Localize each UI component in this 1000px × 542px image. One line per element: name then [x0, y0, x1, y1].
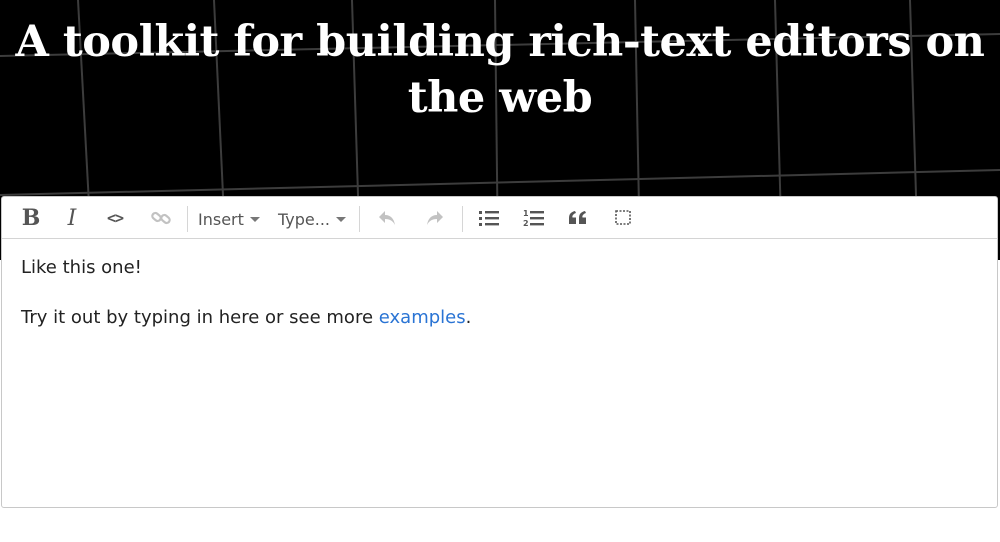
bold-icon: B [21, 205, 41, 231]
quote-icon [569, 211, 586, 224]
bullet-list-button[interactable] [476, 203, 502, 233]
undo-button[interactable] [374, 203, 400, 233]
type-dropdown-label: Type... [278, 209, 331, 229]
select-parent-button[interactable] [610, 203, 636, 233]
redo-button[interactable] [422, 203, 448, 233]
svg-text:2: 2 [523, 219, 529, 228]
toolbar-separator [187, 206, 188, 232]
select-parent-icon [615, 210, 631, 225]
redo-icon [427, 211, 443, 225]
editor-menubar: B I <> Insert Type... 1 2 [2, 197, 997, 239]
chevron-down-icon [336, 216, 347, 222]
type-dropdown[interactable]: Type... [278, 205, 347, 233]
link-button[interactable] [148, 203, 174, 233]
insert-dropdown[interactable]: Insert [198, 205, 260, 233]
ordered-list-button[interactable]: 1 2 [521, 203, 547, 233]
link-icon [151, 211, 171, 225]
rich-text-editor[interactable]: B I <> Insert Type... 1 2 Like this one!… [1, 196, 998, 508]
ordered-list-icon: 1 2 [523, 209, 544, 228]
chevron-down-icon [249, 216, 260, 222]
page-title: A toolkit for building rich-text editors… [15, 17, 985, 123]
toolbar-separator [359, 206, 360, 232]
undo-icon [379, 211, 395, 225]
bullet-list-icon [479, 211, 499, 226]
toolbar-separator [462, 206, 463, 232]
italic-icon: I [67, 205, 77, 231]
editor-content[interactable]: Like this one! Try it out by typing in h… [21, 255, 971, 355]
svg-text:1: 1 [523, 209, 529, 218]
content-paragraph: Like this one! [21, 257, 142, 278]
bold-button[interactable]: B [18, 203, 44, 233]
code-icon: <> [106, 209, 124, 227]
italic-button[interactable]: I [59, 203, 85, 233]
content-paragraph: Try it out by typing in here or see more… [21, 307, 472, 328]
blockquote-button[interactable] [565, 203, 591, 233]
examples-link[interactable]: examples [379, 307, 466, 328]
insert-dropdown-label: Insert [198, 209, 244, 229]
code-button[interactable]: <> [101, 203, 129, 233]
